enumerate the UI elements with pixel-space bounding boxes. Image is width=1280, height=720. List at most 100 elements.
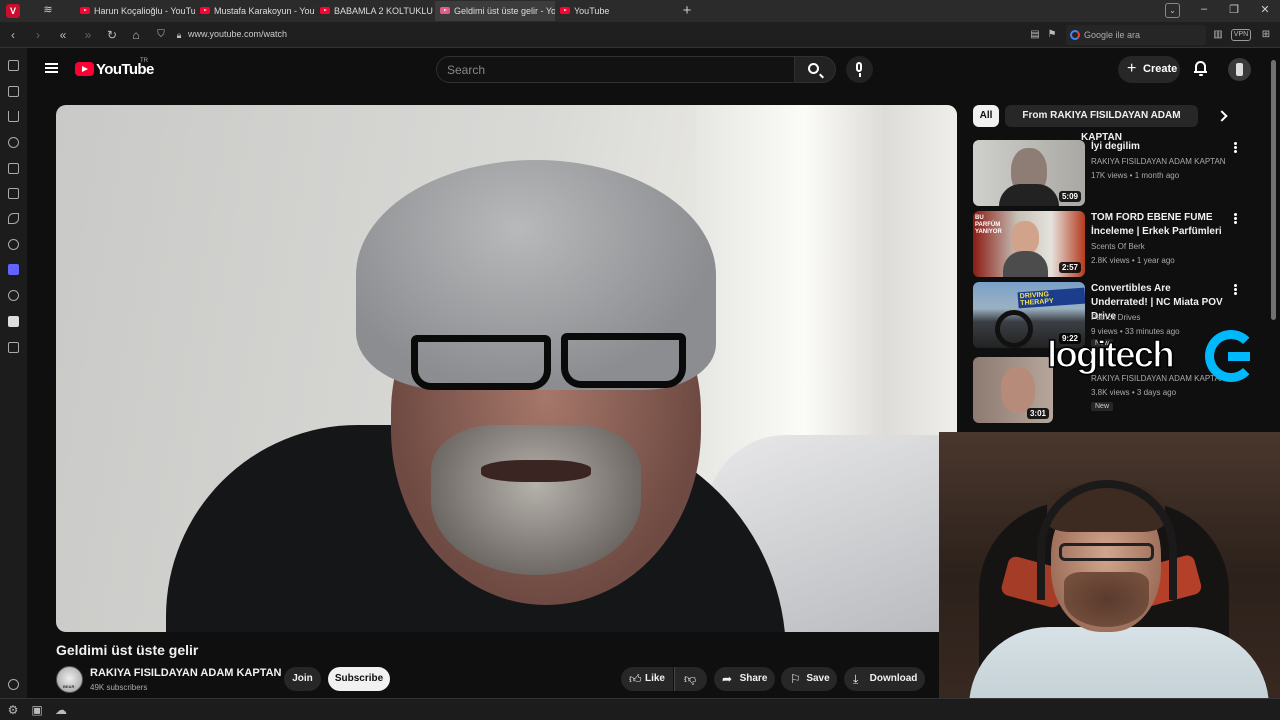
translate-panel-icon[interactable]	[8, 213, 19, 224]
close-window-button[interactable]: ✕	[1259, 3, 1271, 16]
profile-icon[interactable]: ⊞	[1258, 27, 1274, 43]
video-duration: 3:01	[1026, 408, 1049, 419]
minimize-button[interactable]: –	[1198, 3, 1210, 15]
like-button[interactable]: 👍︎ Like	[621, 667, 673, 691]
back-icon[interactable]: ‹	[5, 27, 21, 43]
lock-icon: 🔒︎	[176, 30, 182, 40]
video-person-glasses-right	[561, 333, 686, 388]
forward-icon[interactable]: ›	[30, 27, 46, 43]
chip-from-channel[interactable]: From RAKIYA FISILDAYAN ADAM KAPTAN	[1005, 105, 1198, 143]
wikipedia-panel-icon[interactable]	[8, 316, 19, 327]
new-tab-button[interactable]: +	[680, 2, 694, 19]
subscribe-button[interactable]: Subscribe	[328, 667, 390, 691]
youtube-logo-icon[interactable]	[75, 62, 94, 76]
reader-icon[interactable]: ▤	[1027, 27, 1043, 43]
recommendation-thumbnail[interactable]: 3:01	[973, 357, 1053, 423]
browser-status-bar: ⚙ ▣ ☁	[0, 698, 1280, 720]
video-duration: 5:09	[1058, 191, 1081, 202]
add-panel-icon[interactable]	[8, 342, 19, 353]
logitech-g-logo-icon	[1205, 330, 1257, 382]
share-button[interactable]: ➦ Share	[714, 667, 775, 691]
bookmarks-panel-icon[interactable]	[8, 60, 19, 71]
recommendation-title[interactable]: TOM FORD EBENE FUME İnceleme | Erkek Par…	[1091, 211, 1226, 239]
join-button[interactable]: Join	[284, 667, 321, 691]
save-button[interactable]: ⚐ Save	[781, 667, 837, 691]
tab-stack-icon[interactable]: ≋	[40, 3, 56, 16]
chevron-right-icon[interactable]	[1216, 110, 1228, 122]
tab-list-icon[interactable]: ⌄	[1165, 3, 1180, 18]
account-avatar[interactable]	[1228, 58, 1251, 81]
tab-geldimi[interactable]: Geldimi üst üste gelir - YouTube	[435, 1, 555, 21]
youtube-favicon-icon	[440, 7, 450, 14]
browser-tab-bar: V ≋ Harun Koçalioğlu - YouTube Mustafa K…	[0, 0, 1280, 22]
panel-settings-icon[interactable]	[8, 679, 19, 690]
plus-icon: +	[1127, 60, 1137, 77]
recommendation-title[interactable]: İyi degilim	[1091, 140, 1226, 154]
rewind-icon[interactable]: «	[55, 27, 71, 43]
download-icon: ⤓	[853, 672, 859, 686]
notifications-bell-icon[interactable]	[1194, 60, 1207, 76]
reload-icon[interactable]: ↻	[104, 27, 120, 43]
page-scrollbar[interactable]	[1271, 60, 1276, 320]
tab-youtube[interactable]: YouTube	[555, 1, 675, 21]
create-button[interactable]: + Create	[1118, 56, 1180, 83]
google-icon	[1070, 30, 1080, 40]
youtube-header: YouTube TR +Create	[27, 48, 1280, 92]
new-badge: New	[1091, 402, 1114, 411]
voice-search-button[interactable]	[846, 56, 873, 83]
recommendation-thumbnail[interactable]: BU PARFÜM YANIYOR 2:57	[973, 211, 1085, 277]
dislike-button[interactable]: 👎︎	[674, 667, 707, 691]
downloads-panel-icon[interactable]	[8, 111, 19, 122]
download-button[interactable]: ⤓ Download	[844, 667, 925, 691]
chat-panel-icon[interactable]	[8, 239, 19, 250]
more-options-icon[interactable]	[1234, 142, 1237, 145]
extensions-icon[interactable]: ▥	[1210, 27, 1226, 43]
search-input[interactable]	[447, 63, 777, 77]
history-panel-icon[interactable]	[8, 137, 19, 148]
url-field[interactable]: www.youtube.com/watch	[188, 29, 287, 39]
recommendation-channel[interactable]: RAKIYA FISILDAYAN ADAM KAPTAN	[1091, 157, 1226, 166]
more-options-icon[interactable]	[1234, 213, 1237, 216]
tab-mustafa[interactable]: Mustafa Karakoyun - YouTube	[195, 1, 315, 21]
sync-cloud-icon[interactable]: ☁	[53, 702, 69, 718]
menu-icon[interactable]	[45, 63, 58, 65]
recommendation-thumbnail[interactable]: 5:09	[973, 140, 1085, 206]
home-icon[interactable]: ⌂	[128, 27, 144, 43]
channel-avatar[interactable]: BEAR	[56, 666, 83, 693]
mastodon-panel-icon[interactable]	[8, 264, 19, 275]
recommendation-meta: 17K views • 1 month ago	[1091, 171, 1180, 180]
shield-icon[interactable]: ⛉	[153, 27, 169, 43]
search-box	[436, 56, 795, 83]
share-icon: ➦	[722, 672, 733, 686]
settings-gear-icon[interactable]: ⚙	[5, 702, 21, 718]
video-person-beard	[431, 425, 641, 575]
channel-avatar-text: BEAR	[63, 684, 75, 689]
calendar-panel-icon[interactable]	[8, 188, 19, 199]
recommendation-meta: 2.8K views • 1 year ago	[1091, 256, 1175, 265]
tab-harun[interactable]: Harun Koçalioğlu - YouTube	[75, 1, 195, 21]
more-options-icon[interactable]	[1234, 284, 1237, 287]
bookmark-icon[interactable]: ⚑	[1044, 27, 1060, 43]
subscriber-count: 49K subscribers	[90, 683, 148, 692]
recommendation-channel[interactable]: Patrick Drives	[1091, 313, 1140, 322]
recommendation-item[interactable]: 5:09 İyi degilim RAKIYA FISILDAYAN ADAM …	[973, 140, 1253, 210]
chip-all[interactable]: All	[973, 105, 999, 127]
google-search-field[interactable]: Google ile ara	[1066, 25, 1206, 45]
maximize-button[interactable]: ❐	[1228, 3, 1240, 16]
panel-toggle-icon[interactable]: ▣	[29, 702, 45, 718]
reading-list-icon[interactable]	[8, 86, 19, 97]
recommendation-channel[interactable]: Scents Of Berk	[1091, 242, 1145, 251]
tab-babamla[interactable]: BABAMLA 2 KOLTUKLU MC	[315, 1, 435, 21]
video-duration: 2:57	[1058, 262, 1081, 273]
vivaldi-menu-icon[interactable]: V	[6, 4, 20, 18]
notes-panel-icon[interactable]	[8, 163, 19, 174]
search-button[interactable]	[795, 56, 836, 83]
youtube-favicon-icon	[320, 7, 330, 14]
browser-side-panel	[0, 48, 27, 698]
fast-forward-icon[interactable]: »	[80, 27, 96, 43]
channel-name[interactable]: RAKIYA FISILDAYAN ADAM KAPTAN	[90, 667, 282, 679]
web-panel-icon[interactable]	[8, 290, 19, 301]
recommendation-item[interactable]: BU PARFÜM YANIYOR 2:57 TOM FORD EBENE FU…	[973, 211, 1253, 281]
video-player[interactable]	[56, 105, 957, 632]
vpn-icon[interactable]: VPN	[1231, 29, 1251, 41]
